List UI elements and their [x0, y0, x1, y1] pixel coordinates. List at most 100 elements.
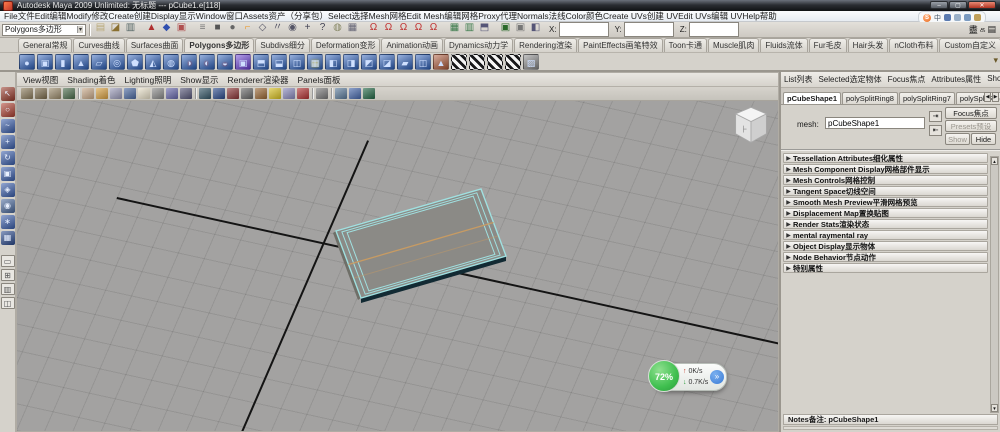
minimize-button[interactable]: –	[930, 1, 948, 9]
history-off-icon[interactable]: ▥	[463, 22, 476, 35]
x-coordinate-input[interactable]	[558, 22, 609, 37]
new-scene-icon[interactable]: ▤	[94, 22, 107, 35]
copy-tab-icon[interactable]: ⇤	[929, 125, 942, 136]
wrench-icon[interactable]	[974, 14, 981, 21]
select-misc1-icon[interactable]: ■	[211, 22, 224, 35]
bookmarks-icon[interactable]	[35, 88, 47, 99]
poly-cube-icon[interactable]: ▣	[37, 53, 53, 70]
save-scene-icon[interactable]: ▥	[124, 22, 137, 35]
xray-icon[interactable]	[166, 88, 178, 99]
ae-menu-item[interactable]: List列表	[784, 74, 812, 85]
operation-list-icon[interactable]: ⬒	[478, 22, 491, 35]
shelf-tab[interactable]: Dynamics动力学	[444, 38, 514, 52]
wire-on-shaded-icon[interactable]	[138, 88, 150, 99]
shelf-tab[interactable]: nCloth布料	[889, 38, 939, 52]
snap-grid-active-icon[interactable]: ⌐	[241, 22, 254, 35]
rotate-tool-icon[interactable]: ↻	[0, 151, 15, 165]
expand-arrow-icon[interactable]: ▶	[784, 221, 793, 228]
menu-item[interactable]: Mesh网格	[369, 11, 407, 21]
menu-item[interactable]: Window窗口	[196, 11, 243, 21]
progress-circle[interactable]: 72%	[648, 360, 680, 392]
attribute-section-row[interactable]: ▶ Smooth Mesh Preview平滑网格预览	[783, 197, 988, 207]
poly-cone-icon[interactable]: ▲	[73, 53, 89, 70]
hide-button[interactable]: Hide	[971, 133, 996, 145]
move-tool-icon[interactable]: +	[0, 135, 15, 149]
panel-menu-item[interactable]: Panels面板	[297, 74, 340, 86]
safe-action-icon[interactable]	[269, 88, 281, 99]
shaded-mode-icon[interactable]	[96, 88, 108, 99]
film-gate-icon[interactable]	[241, 88, 253, 99]
shelf-tab[interactable]: Fur毛皮	[808, 38, 847, 52]
moon-icon[interactable]	[944, 14, 951, 21]
snap-magnet5-icon[interactable]: Ω	[427, 22, 440, 35]
mirror-geometry-icon[interactable]: ◫	[415, 53, 431, 70]
shelf-tab[interactable]: Muscle肌肉	[707, 38, 760, 52]
crease-icon[interactable]: ▰	[397, 53, 413, 70]
expand-arrow-icon[interactable]: ▶	[784, 155, 793, 162]
maximize-button[interactable]: ▢	[949, 1, 967, 9]
poly-pyramid-icon[interactable]: ◭	[145, 53, 161, 70]
expand-arrow-icon[interactable]: ▶	[784, 232, 793, 239]
select-tool-icon[interactable]: ↖	[0, 87, 15, 101]
snap-help-icon[interactable]: ?	[316, 22, 329, 35]
backface-culling-icon[interactable]	[180, 88, 192, 99]
attribute-section-row[interactable]: ▶ Displacement Map置换贴图	[783, 208, 988, 218]
show-channel-box-icon[interactable]: ▤	[987, 24, 996, 35]
lock-icon[interactable]: ◍	[331, 22, 344, 35]
menu-item[interactable]: Edit编辑	[35, 11, 67, 21]
attribute-section-row[interactable]: ▶ 特别属性	[783, 263, 988, 273]
paint-select-tool-icon[interactable]: ~	[0, 119, 15, 133]
scale-tool-icon[interactable]: ▣	[0, 167, 15, 181]
menu-item[interactable]: Create创建	[108, 11, 151, 21]
expand-arrow-icon[interactable]: ▶	[784, 188, 793, 195]
attribute-section-row[interactable]: ▶ mental raymental ray	[783, 230, 988, 240]
focus-button[interactable]: Focus焦点	[945, 107, 997, 119]
snap-point-icon[interactable]: 〃	[271, 22, 284, 35]
snap-magnet3-icon[interactable]: Ω	[397, 22, 410, 35]
expand-arrow-icon[interactable]: ▶	[784, 210, 793, 217]
bevel-icon[interactable]: ◪	[379, 53, 395, 70]
panel-menu-item[interactable]: Show显示	[180, 74, 218, 86]
gate-mask-icon[interactable]	[255, 88, 267, 99]
menu-item[interactable]: Edit UVs编辑 UV	[678, 11, 742, 21]
layout-persp-outliner-icon[interactable]: ▥	[0, 283, 15, 295]
separate-icon[interactable]: ◐	[199, 53, 215, 70]
isolate-select-icon[interactable]	[199, 88, 211, 99]
append-polygon-icon[interactable]: ◫	[289, 53, 305, 70]
snap-magnet1-icon[interactable]: Ω	[367, 22, 380, 35]
attribute-section-row[interactable]: ▶ Mesh Component Display网格部件显示	[783, 164, 988, 174]
render-current-icon[interactable]: ▣	[514, 22, 527, 35]
construction-history-icon[interactable]: ▦	[448, 22, 461, 35]
poly-pipe-icon[interactable]: ◍	[163, 53, 179, 70]
insert-edge-loop-icon[interactable]: ◨	[343, 53, 359, 70]
view-cube[interactable]: ⊦	[729, 103, 773, 149]
expand-arrow-icon[interactable]: ▶	[784, 177, 793, 184]
poly-torus-icon[interactable]: ◎	[109, 53, 125, 70]
smooth-icon[interactable]: ▣	[235, 53, 251, 70]
menu-item[interactable]: Color颜色	[566, 11, 603, 21]
panel-menu-item[interactable]: View视图	[23, 74, 58, 86]
menu-item[interactable]: File文件	[4, 11, 35, 21]
snap-curve-icon[interactable]: ◇	[256, 22, 269, 35]
attribute-section-row[interactable]: ▶ Render Stats渲染状态	[783, 219, 988, 229]
uv-checker3-icon[interactable]	[487, 53, 503, 70]
uv-checker1-icon[interactable]	[451, 53, 467, 70]
layout-hypershade-icon[interactable]: ◫	[0, 297, 15, 309]
node-tab[interactable]: polySplitRing7	[898, 92, 955, 104]
attribute-editor-scrollbar[interactable]: ▲ ▼	[990, 156, 999, 413]
select-misc2-icon[interactable]: ●	[226, 22, 239, 35]
shelf-trash-icon[interactable]: ▾	[993, 55, 998, 66]
highlight-selection-icon[interactable]: ≡	[196, 22, 209, 35]
menu-item[interactable]: Help帮助	[742, 11, 776, 21]
combine-icon[interactable]: ◑	[181, 53, 197, 70]
poly-plane-icon[interactable]: ▱	[91, 53, 107, 70]
select-object-icon[interactable]: ◆	[160, 22, 173, 35]
shelf-tab[interactable]: Custom自定义	[939, 38, 1000, 52]
menu-item[interactable]: Assets资产（分享包）	[243, 11, 328, 21]
notes-text-area[interactable]	[783, 426, 998, 430]
menu-item[interactable]: Create UVs创建 UV	[603, 11, 678, 21]
attribute-section-row[interactable]: ▶ Tessellation Attributes细化属性	[783, 153, 988, 163]
poly-prism-icon[interactable]: ⬟	[127, 53, 143, 70]
presets-button[interactable]: Presets预设	[945, 120, 997, 132]
show-button[interactable]: Show	[945, 133, 970, 145]
